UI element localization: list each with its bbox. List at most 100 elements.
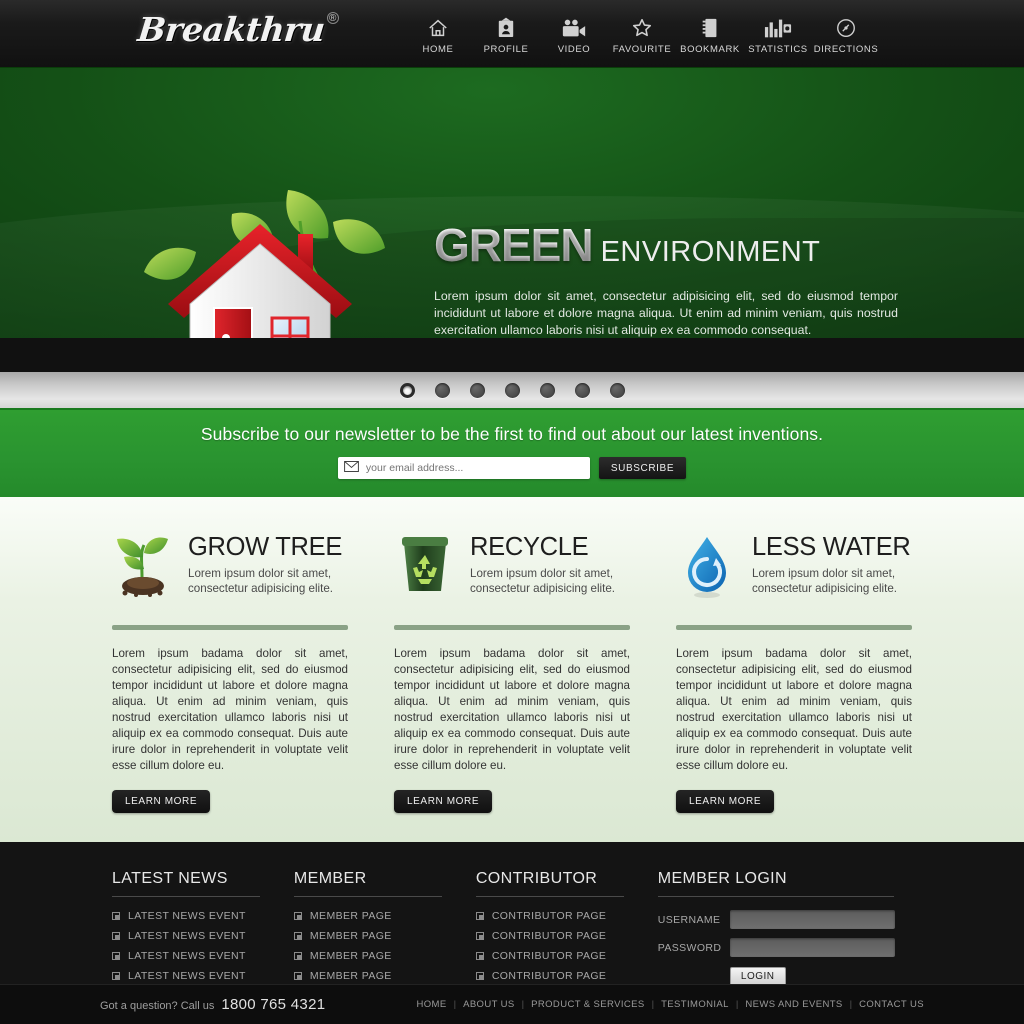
nav-label: DIRECTIONS [813,44,879,55]
feature-header: GROW TREE Lorem ipsum dolor sit amet, co… [112,531,348,605]
feature-body: Lorem ipsum badama dolor sit amet, conse… [112,647,348,772]
bullet-square-icon [112,952,120,960]
separator: | [849,999,853,1010]
profile-icon [497,16,515,40]
separator: | [453,999,457,1010]
envelope-icon [344,459,359,477]
list-item[interactable]: CONTRIBUTOR PAGE [475,950,658,962]
hero-title-light: ENVIRONMENT [600,236,821,268]
list-item[interactable]: MEMBER PAGE [293,970,476,982]
slider-dot-4[interactable] [504,382,520,398]
bullet-square-icon [112,972,120,980]
nav-item-favourite[interactable]: FAVOURITE [608,16,676,55]
list-item[interactable]: MEMBER PAGE [293,950,476,962]
slider-dot-7[interactable] [609,382,625,398]
bottom-nav: HOME | ABOUT US | PRODUCT & SERVICES | T… [417,999,925,1010]
newsletter-title: Subscribe to our newsletter to be the fi… [200,424,824,444]
feature-learn-more-button[interactable]: LEARN MORE [676,790,775,813]
feature-body: Lorem ipsum badama dolor sit amet, conse… [676,647,912,772]
feature-title: LESS WATER [752,533,911,561]
separator: | [651,999,655,1010]
hero-banner: GREEN ENVIRONMENT Lorem ipsum dolor sit a… [0,68,1024,338]
newsletter-form: SUBSCRIBE [0,457,1024,479]
list-item-label: CONTRIBUTOR PAGE [491,950,607,962]
email-input[interactable] [365,462,584,474]
bar-chart-icon [764,16,792,40]
list-item-label: MEMBER PAGE [309,950,392,962]
bookmark-notebook-icon [701,16,719,40]
feature-subtitle: Lorem ipsum dolor sit amet, consectetur … [188,567,334,595]
feature-body: Lorem ipsum badama dolor sit amet, conse… [394,647,630,772]
email-input-wrap[interactable] [337,457,590,479]
bottom-link-news-events[interactable]: NEWS AND EVENTS [745,999,842,1010]
bullet-square-icon [112,912,120,920]
nav-item-home[interactable]: HOME [404,16,472,55]
eco-house-illustration [120,176,420,338]
nav-label: HOME [422,44,454,55]
feature-learn-more-button[interactable]: LEARN MORE [394,790,493,813]
feature-heads: RECYCLE Lorem ipsum dolor sit amet, cons… [470,531,630,596]
feature-divider [394,625,630,630]
slider-dot-3[interactable] [469,382,485,398]
features-columns: GROW TREE Lorem ipsum dolor sit amet, co… [0,531,1024,813]
username-field[interactable] [729,910,895,929]
list-item[interactable]: LATEST NEWS EVENT [112,950,294,962]
main-nav: HOME PROFILE VIDEO FAVOURITE BOOKMARK ST… [404,16,880,55]
list-item[interactable]: MEMBER PAGE [293,930,476,942]
features-section: GROW TREE Lorem ipsum dolor sit amet, co… [0,497,1024,842]
bottom-link-testimonial[interactable]: TESTIMONIAL [661,999,729,1010]
separator: | [521,999,525,1010]
footer-heading: CONTRIBUTOR [475,870,598,887]
feature-header: RECYCLE Lorem ipsum dolor sit amet, cons… [394,531,630,605]
list-item-label: MEMBER PAGE [309,930,392,942]
slider-pagination [0,372,1024,410]
list-item[interactable]: CONTRIBUTOR PAGE [475,970,658,982]
bottom-link-about-us[interactable]: ABOUT US [463,999,515,1010]
nav-item-bookmark[interactable]: BOOKMARK [676,16,744,55]
list-item-label: LATEST NEWS EVENT [128,930,246,942]
feature-heads: GROW TREE Lorem ipsum dolor sit amet, co… [188,531,348,596]
list-item[interactable]: LATEST NEWS EVENT [112,910,294,922]
list-item[interactable]: LATEST NEWS EVENT [112,930,294,942]
nav-item-profile[interactable]: PROFILE [472,16,540,55]
star-icon [631,16,653,40]
sprout-plant-icon [112,531,174,601]
login-form: USERNAME PASSWORD LOGIN [658,910,912,987]
list-item-label: CONTRIBUTOR PAGE [491,910,607,922]
list-item[interactable]: MEMBER PAGE [293,910,476,922]
bullet-square-icon [475,952,484,960]
slider-dot-1[interactable] [399,382,415,398]
list-item[interactable]: CONTRIBUTOR PAGE [475,930,658,942]
bottom-link-product-services[interactable]: PRODUCT & SERVICES [531,999,645,1010]
slider-dot-6[interactable] [574,382,590,398]
subscribe-button[interactable]: SUBSCRIBE [598,457,687,479]
nav-item-video[interactable]: VIDEO [540,16,608,55]
contact-info: Got a question? Call us 1800 765 4321 [100,996,325,1013]
hero-paragraph: Lorem ipsum dolor sit amet, consectetur … [434,289,898,337]
compass-icon [835,16,857,40]
contact-question: Got a question? Call us [100,1000,215,1012]
bottom-link-home[interactable]: HOME [417,999,447,1010]
bottom-link-contact-us[interactable]: CONTACT US [859,999,924,1010]
list-item[interactable]: CONTRIBUTOR PAGE [475,910,658,922]
feature-learn-more-button[interactable]: LEARN MORE [112,790,211,813]
feature-title: RECYCLE [470,533,589,561]
separator: | [735,999,739,1010]
bullet-square-icon [293,952,302,960]
footer-heading: MEMBER [293,870,367,887]
list-item-label: MEMBER PAGE [309,910,392,922]
bullet-square-icon [112,932,120,940]
username-label: USERNAME [657,913,721,926]
slider-dot-2[interactable] [434,382,450,398]
list-item[interactable]: LATEST NEWS EVENT [112,970,294,982]
registered-mark-icon: ® [326,12,339,24]
password-label: PASSWORD [657,941,722,954]
hero-title: GREEN ENVIRONMENT [434,218,904,272]
feature-subtitle: Lorem ipsum dolor sit amet, consectetur … [470,567,616,595]
nav-item-directions[interactable]: DIRECTIONS [812,16,880,55]
slider-dot-5[interactable] [539,382,555,398]
password-field[interactable] [729,938,895,957]
logo[interactable]: Breakthru ® [136,10,339,49]
footer-link-list: MEMBER PAGE MEMBER PAGE MEMBER PAGE MEMB… [293,910,476,982]
nav-item-statistics[interactable]: STATISTICS [744,16,812,55]
